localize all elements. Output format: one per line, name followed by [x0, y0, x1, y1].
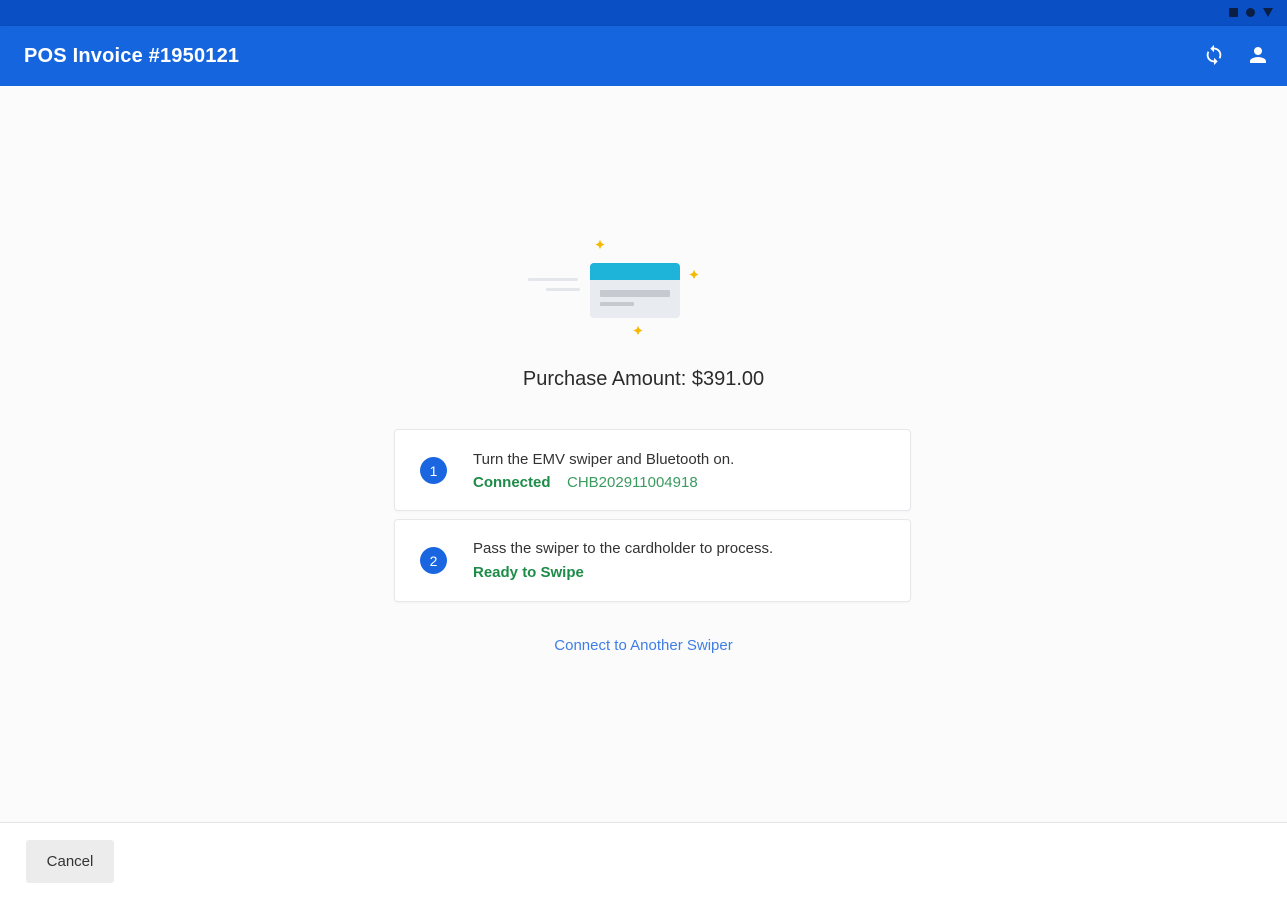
- step-instruction: Turn the EMV swiper and Bluetooth on.: [473, 451, 735, 468]
- account-button[interactable]: [1245, 42, 1271, 68]
- person-icon: [1250, 47, 1266, 63]
- device-id: CHB202911004918: [567, 474, 698, 491]
- credit-card-swipe-illustration: [528, 240, 699, 335]
- step-number-badge: 2: [420, 547, 447, 574]
- connect-another-swiper-link[interactable]: Connect to Another Swiper: [0, 637, 1287, 654]
- circle-icon: [1246, 8, 1255, 17]
- triangle-icon: [1263, 8, 1273, 17]
- main-content: Purchase Amount: $391.00 1 Turn the EMV …: [0, 86, 1287, 822]
- step-card-2: 2 Pass the swiper to the cardholder to p…: [394, 519, 911, 602]
- square-icon: [1229, 8, 1238, 17]
- sync-icon: [1206, 44, 1222, 66]
- app-bar-actions: [1201, 42, 1271, 68]
- step-number-badge: 1: [420, 457, 447, 484]
- step-card-1: 1 Turn the EMV swiper and Bluetooth on. …: [394, 429, 911, 511]
- swipe-status: Ready to Swipe: [473, 564, 584, 581]
- connection-status: Connected: [473, 474, 551, 491]
- system-status-bar: [0, 0, 1287, 26]
- bottom-action-bar: Cancel: [0, 822, 1287, 900]
- step-instruction: Pass the swiper to the cardholder to pro…: [473, 540, 774, 557]
- page-title: POS Invoice #1950121: [24, 44, 240, 67]
- status-icons: [1229, 8, 1273, 17]
- cancel-button[interactable]: Cancel: [26, 840, 114, 883]
- purchase-amount: Purchase Amount: $391.00: [522, 368, 765, 390]
- app-bar: POS Invoice #1950121: [0, 26, 1287, 86]
- refresh-button[interactable]: [1201, 42, 1227, 68]
